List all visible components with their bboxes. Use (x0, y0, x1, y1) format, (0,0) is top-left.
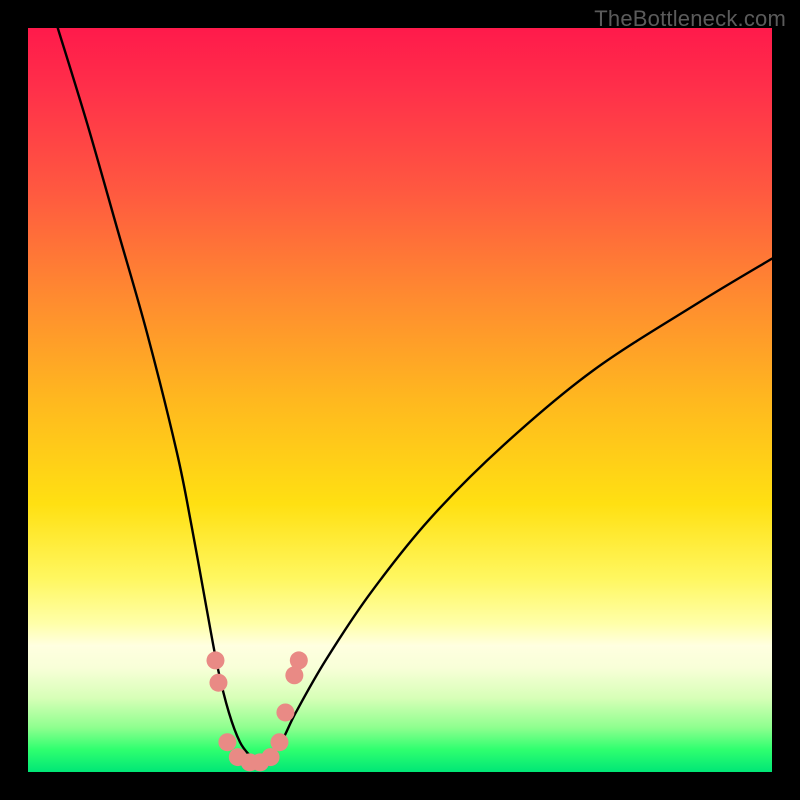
plot-area (28, 28, 772, 772)
data-marker (290, 651, 308, 669)
marker-group (206, 651, 307, 771)
data-marker (209, 674, 227, 692)
data-marker (218, 733, 236, 751)
watermark-text: TheBottleneck.com (594, 6, 786, 32)
data-marker (270, 733, 288, 751)
data-marker (206, 651, 224, 669)
chart-frame: TheBottleneck.com (0, 0, 800, 800)
bottleneck-curve (58, 28, 772, 765)
chart-svg (28, 28, 772, 772)
data-marker (276, 703, 294, 721)
